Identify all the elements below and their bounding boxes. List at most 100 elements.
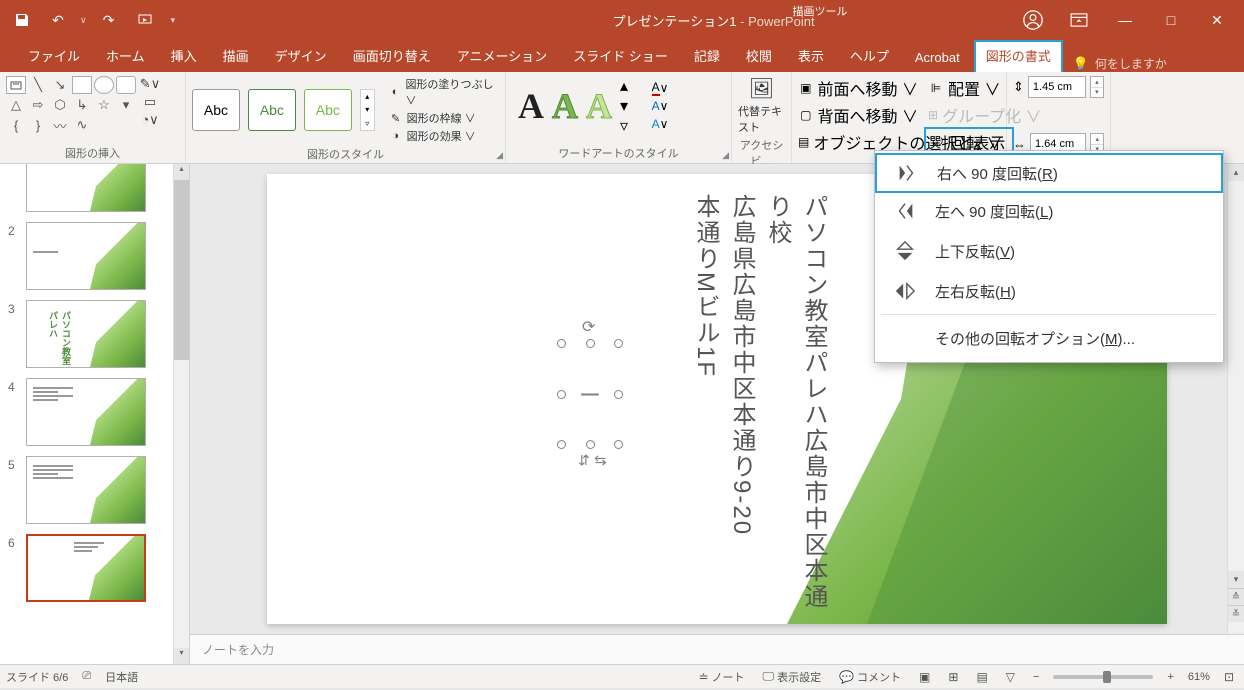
tell-me-search[interactable]: 💡 何をしますか (1073, 55, 1167, 72)
tab-file[interactable]: ファイル (16, 40, 92, 72)
tab-animations[interactable]: アニメーション (445, 40, 559, 72)
undo-button[interactable]: ↶ (44, 6, 72, 34)
slide-thumbnail-6[interactable] (26, 534, 146, 602)
undo-dropdown[interactable]: ∨ (80, 15, 87, 26)
bring-forward-button[interactable]: ▣前面へ移動 ∨ (798, 76, 918, 100)
shape-styles-launcher[interactable]: ◢ (496, 150, 503, 161)
slide-thumbnail-2[interactable] (26, 222, 146, 290)
reading-view-button[interactable]: ▤ (972, 668, 991, 686)
resize-handle-bc[interactable] (586, 440, 595, 449)
wordart-launcher[interactable]: ◢ (722, 150, 729, 161)
selected-shape[interactable]: ⟳ ー ⇵ ⇵ (567, 349, 613, 439)
slide-thumbnail-1[interactable] (26, 164, 146, 212)
tab-insert[interactable]: 挿入 (159, 40, 209, 72)
language-status[interactable]: 日本語 (105, 669, 138, 685)
scroll-thumb[interactable] (174, 180, 189, 360)
editor-scrollbar[interactable]: ▴ ▾ ≙ ≚ (1227, 164, 1244, 634)
display-settings-button[interactable]: 🖵表示設定 (759, 667, 826, 687)
adjust-handle-2[interactable]: ⇵ (591, 455, 608, 467)
wordart-style-3[interactable]: A (586, 85, 612, 127)
rotation-handle[interactable]: ⟳ (582, 317, 595, 337)
save-button[interactable] (8, 6, 36, 34)
flip-vertical-item[interactable]: 上下反転(V) (875, 231, 1223, 271)
shape-oval[interactable] (94, 76, 114, 94)
text-fill-button[interactable]: A∨ (646, 80, 674, 96)
shape-effects-button[interactable]: ◑図形の効果 ∨ (389, 128, 499, 144)
shape-outline-button[interactable]: ✎図形の枠線 ∨ (389, 110, 499, 126)
tab-record[interactable]: 記録 (682, 40, 732, 72)
resize-handle-tc[interactable] (586, 339, 595, 348)
scroll-up-button[interactable]: ▴ (174, 164, 189, 180)
shape-fill-button[interactable]: ◐図形の塗りつぶし ∨ (389, 76, 499, 108)
merge-shapes-button[interactable]: ◔∨ (140, 112, 160, 128)
slideshow-view-button[interactable]: ▽ (1002, 668, 1019, 686)
slide-text-content[interactable]: パソコン教室パレハ広島市中区本通り校 広島県広島市中区本通り9‐20 本通りMビ… (687, 194, 831, 624)
wordart-gallery-dropdown[interactable]: ▴▾▿ (620, 76, 628, 136)
minimize-button[interactable]: — (1102, 0, 1148, 40)
slide-thumbnail-5[interactable] (26, 456, 146, 524)
wordart-style-2[interactable]: A (552, 85, 578, 127)
shape-brace2[interactable]: } (28, 116, 48, 134)
accessibility-status-icon[interactable]: ⎚ (82, 670, 91, 683)
shape-connector[interactable]: ↳ (72, 96, 92, 114)
editor-scroll-up[interactable]: ▴ (1228, 164, 1244, 181)
resize-handle-bl[interactable] (557, 440, 566, 449)
slide-counter[interactable]: スライド 6/6 (6, 669, 68, 685)
thumbnail-scrollbar[interactable]: ▴ ▾ (173, 164, 189, 664)
shape-triangle[interactable]: △ (6, 96, 26, 114)
resize-handle-mr[interactable] (614, 390, 623, 399)
shape-styles-gallery-dropdown[interactable]: ▴▾▿ (360, 89, 375, 131)
shape-freeform[interactable]: 〰 (50, 116, 70, 134)
notes-pane[interactable]: ノートを入力 (190, 634, 1244, 664)
tab-home[interactable]: ホーム (94, 40, 157, 72)
shape-style-1[interactable]: Abc (192, 89, 240, 131)
shape-brace[interactable]: { (6, 116, 26, 134)
height-spinner[interactable]: ▴▾ (1090, 76, 1104, 98)
send-backward-button[interactable]: ▢背面へ移動 ∨ (798, 103, 918, 127)
wordart-style-1[interactable]: A (518, 85, 544, 127)
zoom-in-button[interactable]: + (1163, 669, 1177, 685)
alt-text-button[interactable]: 🖼 代替テキスト (738, 76, 785, 135)
shape-rectangle[interactable] (72, 76, 92, 94)
fit-to-window-button[interactable]: ⊡ (1220, 668, 1238, 686)
resize-handle-ml[interactable] (557, 390, 566, 399)
rotate-right-90-item[interactable]: 右へ 90 度回転(R) (875, 153, 1223, 193)
rotate-left-90-item[interactable]: 左へ 90 度回転(L) (875, 191, 1223, 231)
qat-customize[interactable]: ▾ (171, 15, 176, 26)
tab-review[interactable]: 校閲 (734, 40, 784, 72)
shape-style-3[interactable]: Abc (304, 89, 352, 131)
comments-button[interactable]: 💬コメント (835, 667, 905, 687)
start-from-beginning-button[interactable] (131, 6, 159, 34)
prev-slide-button[interactable]: ≙ (1228, 588, 1244, 605)
resize-handle-tl[interactable] (557, 339, 566, 348)
shape-line-arrow[interactable]: ↘ (50, 76, 70, 94)
shape-scribble[interactable]: ∿ (72, 116, 92, 134)
align-button[interactable]: ⊫配置 ∨ (928, 76, 1008, 100)
scroll-down-button[interactable]: ▾ (174, 648, 189, 664)
tab-acrobat[interactable]: Acrobat (903, 44, 972, 72)
shape-hexagon[interactable]: ⬡ (50, 96, 70, 114)
shape-style-2[interactable]: Abc (248, 89, 296, 131)
tab-help[interactable]: ヘルプ (838, 40, 901, 72)
close-button[interactable]: ✕ (1194, 0, 1240, 40)
edit-shape-button[interactable]: ✎∨ (140, 76, 160, 92)
normal-view-button[interactable]: ▣ (915, 668, 934, 686)
resize-handle-br[interactable] (614, 440, 623, 449)
group-button[interactable]: ⊞グループ化 ∨ (928, 103, 1008, 127)
shape-rounded-rect[interactable] (116, 76, 136, 94)
redo-button[interactable]: ↷ (95, 6, 123, 34)
shape-line[interactable]: ╲ (28, 76, 48, 94)
tab-design[interactable]: デザイン (263, 40, 339, 72)
tab-shape-format[interactable]: 図形の書式 (974, 40, 1063, 72)
account-button[interactable] (1010, 0, 1056, 40)
resize-handle-tr[interactable] (614, 339, 623, 348)
flip-horizontal-item[interactable]: 左右反転(H) (875, 271, 1223, 311)
more-rotate-options-item[interactable]: その他の回転オプション(M)... (875, 318, 1223, 358)
tab-transitions[interactable]: 画面切り替え (341, 40, 443, 72)
text-effects-button[interactable]: A∨ (646, 116, 674, 132)
height-input[interactable]: 1.45 cm (1028, 76, 1086, 98)
slide-thumbnail-3[interactable]: パソコン教室パレハ (26, 300, 146, 368)
text-outline-button[interactable]: A∨ (646, 98, 674, 114)
maximize-button[interactable]: □ (1148, 0, 1194, 40)
zoom-out-button[interactable]: − (1029, 669, 1043, 685)
